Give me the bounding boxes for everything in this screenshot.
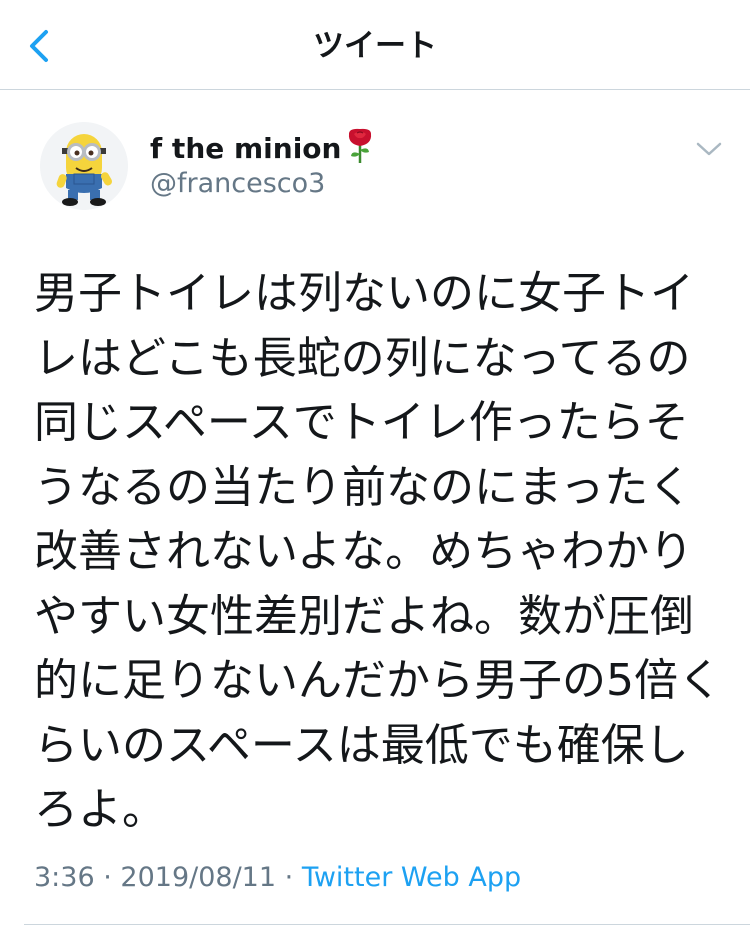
avatar[interactable] [40,122,128,210]
tweet-text: 男子トイレは列ないのに女子トイレはどこも長蛇の列になってるの同じスペースでトイレ… [34,268,722,835]
chevron-left-icon [30,30,48,62]
chevron-down-icon [696,142,722,156]
back-button[interactable] [22,24,62,68]
divider [24,924,750,925]
tweet-meta: 3:36 · 2019/08/11 · Twitter Web App [34,858,521,898]
meta-separator: · [284,862,294,893]
tweet-menu-button[interactable] [692,134,726,164]
tweet-time: 3:36 [34,862,95,893]
minion-avatar-icon [40,122,128,210]
tweet-source-link[interactable]: Twitter Web App [302,862,521,893]
author-handle[interactable]: @francesco3 [150,166,325,202]
page-title: ツイート [313,28,437,64]
tweet-date: 2019/08/11 [120,862,277,893]
navigation-bar: ツイート [0,0,750,90]
meta-separator: · [103,862,112,893]
author-display-name[interactable]: f the minion [150,126,375,167]
rose-icon [345,126,375,164]
display-name-text: f the minion [150,132,342,165]
